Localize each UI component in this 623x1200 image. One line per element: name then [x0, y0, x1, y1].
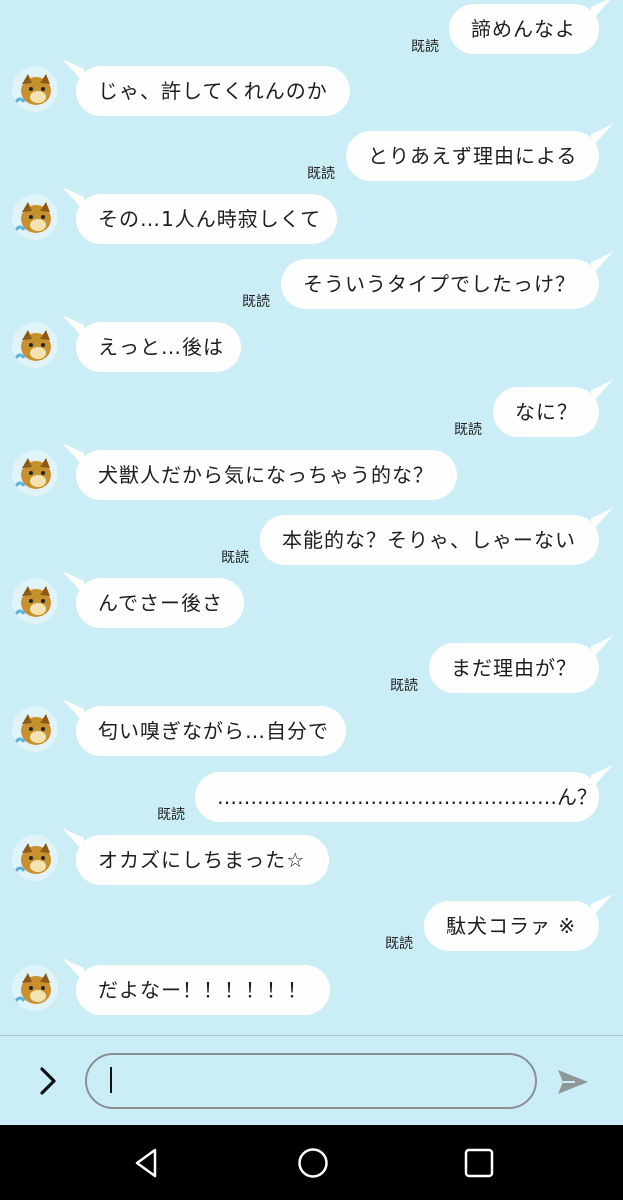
- avatar[interactable]: [12, 835, 58, 881]
- outgoing-message-bubble[interactable]: そういうタイプでしたっけ？: [281, 259, 599, 309]
- dog-avatar-icon: [12, 706, 58, 752]
- incoming-message-bubble[interactable]: 犬獣人だから気になっちゃう的な？: [76, 450, 457, 500]
- outgoing-message-bubble[interactable]: 駄犬コラァ ※: [424, 901, 599, 951]
- send-icon[interactable]: [555, 1064, 591, 1100]
- read-receipt: 既読: [307, 166, 335, 182]
- read-receipt: 既読: [242, 294, 270, 310]
- incoming-message-bubble[interactable]: じゃ、許してくれんのか: [76, 66, 350, 116]
- outgoing-message-bubble[interactable]: とりあえず理由による: [346, 131, 599, 181]
- dog-avatar-icon: [12, 66, 58, 112]
- incoming-message-bubble[interactable]: その…1人ん時寂しくて: [76, 194, 337, 244]
- outgoing-message-bubble[interactable]: ……………………………………………ん？: [195, 772, 599, 822]
- avatar[interactable]: [12, 578, 58, 624]
- nav-home-icon[interactable]: [296, 1146, 330, 1180]
- dog-avatar-icon: [12, 450, 58, 496]
- avatar[interactable]: [12, 706, 58, 752]
- read-receipt: 既読: [411, 39, 439, 55]
- avatar[interactable]: [12, 66, 58, 112]
- dog-avatar-icon: [12, 322, 58, 368]
- incoming-message-bubble[interactable]: オカズにしちまった☆: [76, 835, 329, 885]
- read-receipt: 既読: [454, 422, 482, 438]
- avatar[interactable]: [12, 194, 58, 240]
- incoming-message-bubble[interactable]: えっと…後は: [76, 322, 241, 372]
- outgoing-message-bubble[interactable]: 諦めんなよ: [449, 4, 599, 54]
- nav-back-icon[interactable]: [130, 1146, 164, 1180]
- dog-avatar-icon: [12, 578, 58, 624]
- avatar[interactable]: [12, 965, 58, 1011]
- nav-recent-icon[interactable]: [462, 1146, 496, 1180]
- dog-avatar-icon: [12, 835, 58, 881]
- message-input[interactable]: [85, 1053, 537, 1109]
- dog-avatar-icon: [12, 965, 58, 1011]
- text-cursor: [110, 1067, 112, 1093]
- read-receipt: 既読: [157, 807, 185, 823]
- chat-area: 既読 諦めんなよ じゃ、許してくれんのか 既読 とりあえず理由による その…1人…: [0, 0, 623, 1035]
- incoming-message-bubble[interactable]: だよなー！！！！！！: [76, 965, 330, 1015]
- android-navigation-bar: [0, 1125, 623, 1200]
- outgoing-message-bubble[interactable]: まだ理由が？: [429, 643, 599, 693]
- read-receipt: 既読: [221, 550, 249, 566]
- composer-bar: [0, 1035, 623, 1126]
- read-receipt: 既読: [390, 678, 418, 694]
- outgoing-message-bubble[interactable]: 本能的な？そりゃ、しゃーない: [260, 515, 599, 565]
- chevron-right-icon[interactable]: [30, 1063, 66, 1099]
- incoming-message-bubble[interactable]: 匂い嗅ぎながら…自分で: [76, 706, 346, 756]
- read-receipt: 既読: [385, 936, 413, 952]
- avatar[interactable]: [12, 450, 58, 496]
- avatar[interactable]: [12, 322, 58, 368]
- dog-avatar-icon: [12, 194, 58, 240]
- incoming-message-bubble[interactable]: んでさー後さ: [76, 578, 244, 628]
- outgoing-message-bubble[interactable]: なに？: [493, 387, 599, 437]
